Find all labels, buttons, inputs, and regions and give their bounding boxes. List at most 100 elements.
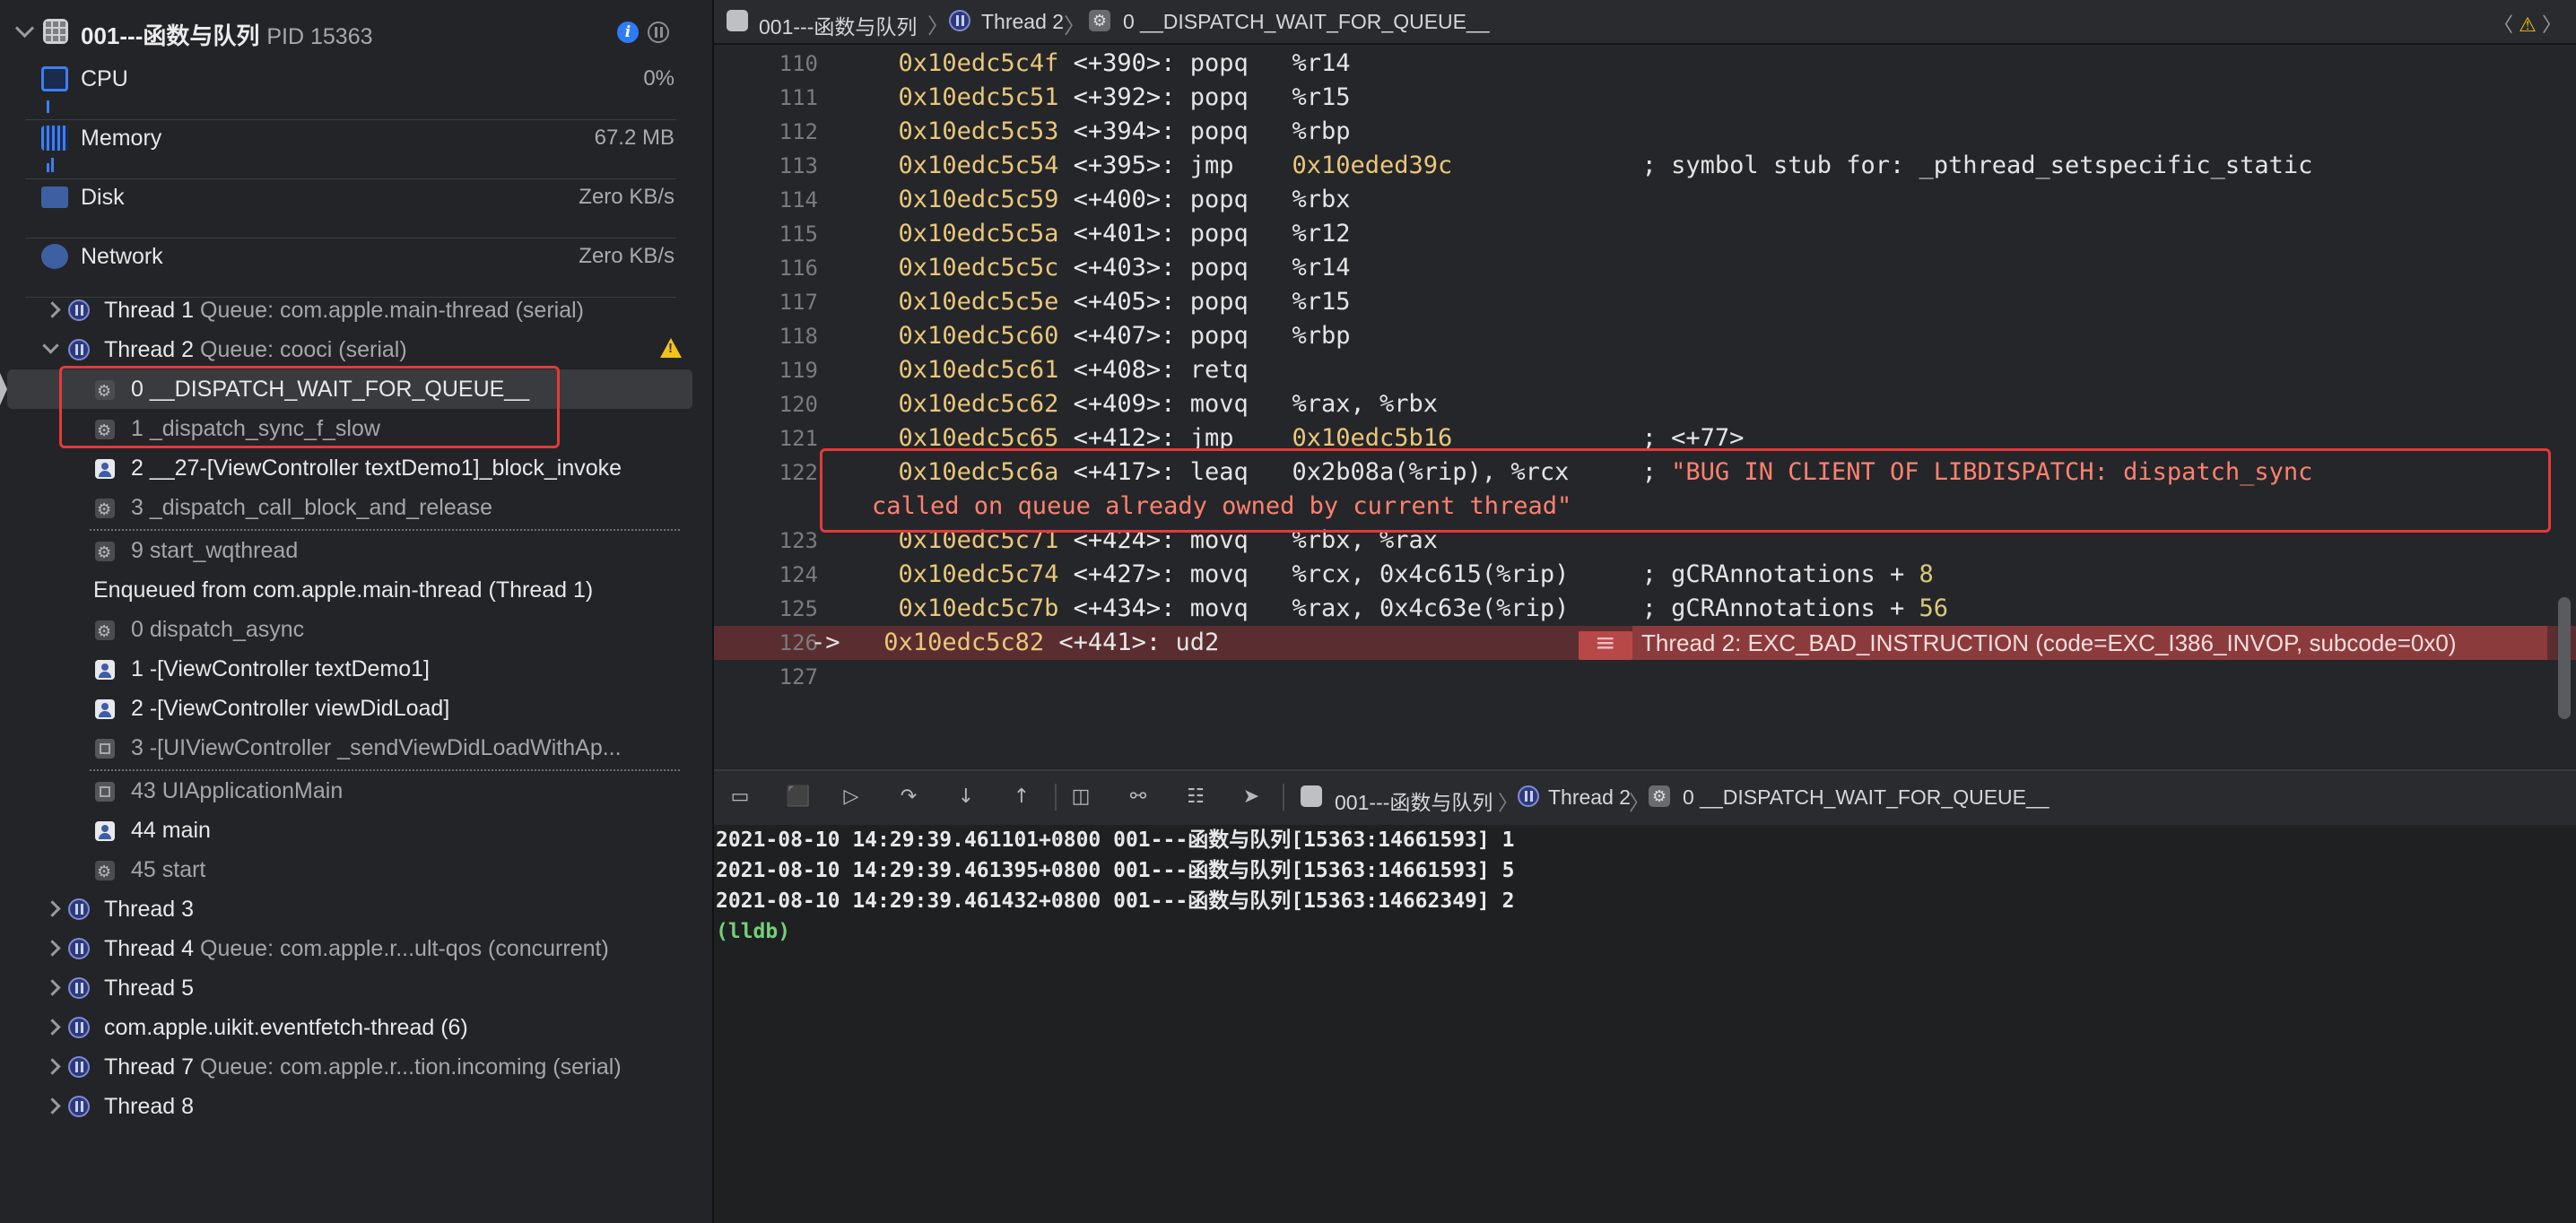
stack-frame[interactable]: 44 main xyxy=(0,811,712,850)
thread-row[interactable]: Thread 1 Queue: com.apple.main-thread (s… xyxy=(0,291,712,330)
debugbar-frame[interactable]: 0 __DISPATCH_WAIT_FOR_QUEUE__ xyxy=(1683,785,2049,810)
thread-queue: Queue: cooci (serial) xyxy=(200,337,407,362)
debugbar-project[interactable]: 001---函数与队列 xyxy=(1335,785,1493,816)
chevron-right-icon[interactable] xyxy=(44,1058,61,1075)
step-out-icon[interactable]: ↑ xyxy=(1010,785,1033,809)
operands: %r14 xyxy=(1292,49,1351,77)
console-output[interactable]: 2021-08-10 14:29:39.461101+0800 001---函数… xyxy=(714,825,2576,1223)
opcode: retq xyxy=(1189,356,1249,384)
memory-graph-icon[interactable]: ⚯ xyxy=(1127,785,1150,809)
instruction: 0x10edc5c59 <+400>: popq %rbx xyxy=(811,183,1351,217)
line-number: 114 xyxy=(779,187,818,213)
gauge-disk[interactable]: Disk Zero KB/s xyxy=(25,179,712,239)
opcode: popq xyxy=(1189,288,1249,316)
thread-icon xyxy=(68,1017,90,1038)
opcode: movq xyxy=(1189,594,1249,622)
chevron-right-icon[interactable] xyxy=(44,301,61,318)
stack-frame[interactable]: 1 -[ViewController textDemo1] xyxy=(0,649,712,689)
offset: <+427>: xyxy=(1073,560,1176,588)
cpu-icon xyxy=(41,66,68,91)
thread-row[interactable]: Thread 5 xyxy=(0,968,712,1008)
opcode: popq xyxy=(1189,322,1249,350)
gauge-name: CPU xyxy=(81,66,128,91)
address: 0x10edc5c61 xyxy=(898,356,1059,384)
memory-icon xyxy=(41,126,68,151)
console-line: 2021-08-10 14:29:39.461395+0800 001---函数… xyxy=(716,859,1515,882)
chevron-down-icon[interactable] xyxy=(42,337,59,354)
chevron-right-icon[interactable] xyxy=(44,900,61,917)
address: 0x10edc5c5a xyxy=(898,220,1059,247)
stack-frame[interactable]: 3 -[UIViewController _sendViewDidLoadWit… xyxy=(0,728,712,768)
thread-icon xyxy=(68,898,90,920)
simulate-location-icon[interactable]: ➤ xyxy=(1240,785,1263,809)
library-icon xyxy=(95,782,115,802)
gauge-memory[interactable]: Memory 67.2 MB xyxy=(25,120,712,179)
code-line: 117 0x10edc5c5e <+405>: popq %r15 xyxy=(714,285,2576,319)
jumpbar-project[interactable]: 001---函数与队列 xyxy=(759,10,917,40)
operands: %rbp xyxy=(1292,117,1351,145)
thread-row[interactable]: Thread 3 xyxy=(0,889,712,929)
jumpbar-thread[interactable]: Thread 2 xyxy=(981,10,1064,34)
operands: %rax, 0x4c63e(%rip) xyxy=(1292,594,1570,622)
operands: %rbp xyxy=(1292,322,1351,350)
stack-frame[interactable]: 45 start xyxy=(0,850,712,891)
stack-frame[interactable]: 3 _dispatch_call_block_and_release xyxy=(0,488,712,529)
step-over-icon[interactable]: ↷ xyxy=(897,785,920,809)
library-icon xyxy=(95,739,115,759)
chevron-right-icon[interactable] xyxy=(44,940,61,957)
thread-row[interactable]: Thread 2 Queue: cooci (serial) xyxy=(0,330,712,369)
chevron-down-icon[interactable] xyxy=(14,18,35,39)
gauge-cpu[interactable]: CPU 0% xyxy=(25,61,712,120)
info-icon[interactable]: i xyxy=(617,22,639,43)
stack-frame[interactable]: 2 __27-[ViewController textDemo1]_block_… xyxy=(0,448,712,488)
jumpbar-frame[interactable]: 0 __DISPATCH_WAIT_FOR_QUEUE__ xyxy=(1123,10,1490,34)
chevron-right-icon[interactable] xyxy=(44,1019,61,1036)
gauge-network[interactable]: Network Zero KB/s xyxy=(25,239,712,298)
debug-bar: ▭ ⬛ ▷ ↷ ↓ ↑ ◫ ⚯ ☷ ➤ 001---函数与队列 〉 Thread… xyxy=(714,769,2576,827)
debugbar-thread[interactable]: Thread 2 xyxy=(1548,785,1631,810)
stack-frame[interactable]: 2 -[ViewController viewDidLoad] xyxy=(0,689,712,728)
line-number: 123 xyxy=(779,528,818,553)
instruction: 0x10edc5c54 <+395>: jmp 0x10eded39c ; sy… xyxy=(811,149,2313,183)
address: 0x10edc5c74 xyxy=(898,560,1059,588)
thread-row[interactable]: Thread 4 Queue: com.apple.r...ult-qos (c… xyxy=(0,929,712,968)
instruction: 0x10edc5c4f <+390>: popq %r14 xyxy=(811,47,1351,81)
user-code-icon xyxy=(95,459,115,479)
thread-row[interactable]: Thread 7 Queue: com.apple.r...tion.incom… xyxy=(0,1047,712,1087)
warning-icon[interactable] xyxy=(660,338,682,358)
breakpoints-toggle-icon[interactable]: ⬛ xyxy=(786,785,810,809)
code-line: 115 0x10edc5c5a <+401>: popq %r12 xyxy=(714,217,2576,251)
chevron-right-icon[interactable] xyxy=(44,1097,61,1115)
thread-icon xyxy=(68,938,90,959)
instruction: 0x10edc5c5c <+403>: popq %r14 xyxy=(811,251,1351,285)
process-row[interactable]: 001---函数与队列 PID 15363 i xyxy=(0,14,712,54)
operands: %r14 xyxy=(1292,254,1351,282)
threads-filter-icon[interactable] xyxy=(648,22,669,43)
frame-label: 3 -[UIViewController _sendViewDidLoadWit… xyxy=(131,735,622,760)
environment-overrides-icon[interactable]: ☷ xyxy=(1184,785,1207,809)
gear-icon xyxy=(95,852,115,891)
address: 0x10edc5c62 xyxy=(898,390,1059,418)
hide-debug-area-icon[interactable]: ▭ xyxy=(728,785,752,809)
thread-icon xyxy=(68,1056,90,1078)
line-number: 124 xyxy=(779,562,818,587)
opcode: ud2 xyxy=(1175,629,1220,656)
chevron-right-icon[interactable] xyxy=(44,979,61,996)
vertical-scrollbar[interactable] xyxy=(2558,597,2571,719)
issue-navigation[interactable]: 〈 ⚠ 〉 xyxy=(2493,9,2562,38)
step-into-icon[interactable]: ↓ xyxy=(954,785,978,809)
stack-frame[interactable]: 9 start_wqthread xyxy=(0,531,712,572)
view-debugger-icon[interactable]: ◫ xyxy=(1069,785,1092,809)
thread-row[interactable]: com.apple.uikit.eventfetch-thread (6) xyxy=(0,1008,712,1047)
frame-label: 2 -[ViewController viewDidLoad] xyxy=(131,696,450,721)
lldb-prompt[interactable]: (lldb) xyxy=(716,916,790,947)
stack-frame[interactable]: 0 dispatch_async xyxy=(0,610,712,651)
gauge-value: Zero KB/s xyxy=(579,185,674,209)
thread-row[interactable]: Thread 8 xyxy=(0,1087,712,1126)
continue-icon[interactable]: ▷ xyxy=(840,785,863,809)
line-number: 120 xyxy=(779,392,818,417)
line-number: 110 xyxy=(779,51,818,76)
address: 0x10edc5c82 xyxy=(883,629,1045,656)
stack-frame[interactable]: 43 UIApplicationMain xyxy=(0,771,712,811)
disk-icon xyxy=(41,186,68,208)
